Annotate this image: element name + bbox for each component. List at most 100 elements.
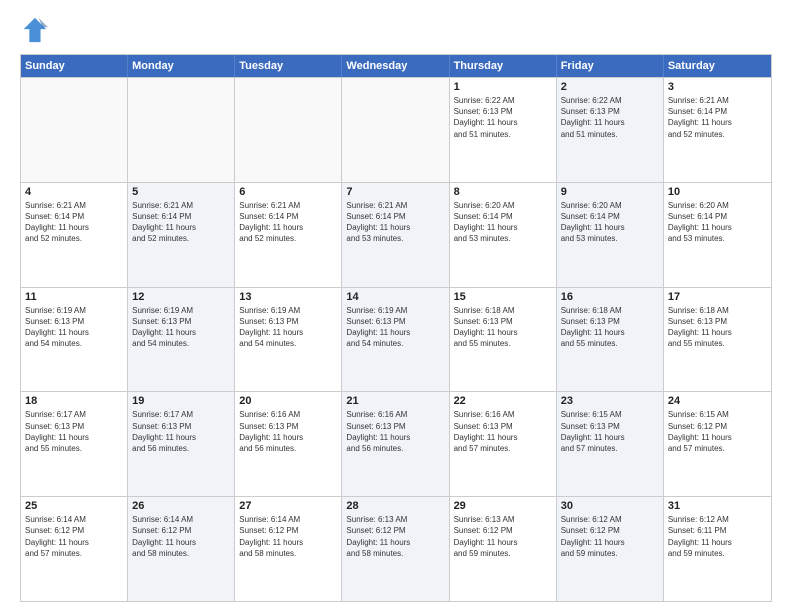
day-number: 6 [239, 186, 337, 198]
day-number: 15 [454, 291, 552, 303]
day-info: Sunrise: 6:20 AM Sunset: 6:14 PM Dayligh… [668, 200, 767, 245]
day-number: 23 [561, 395, 659, 407]
day-number: 7 [346, 186, 444, 198]
day-info: Sunrise: 6:14 AM Sunset: 6:12 PM Dayligh… [132, 514, 230, 559]
day-info: Sunrise: 6:17 AM Sunset: 6:13 PM Dayligh… [25, 409, 123, 454]
day-number: 5 [132, 186, 230, 198]
day-number: 11 [25, 291, 123, 303]
day-cell-1: 1 Sunrise: 6:22 AM Sunset: 6:13 PM Daylig… [450, 78, 557, 182]
day-number: 8 [454, 186, 552, 198]
day-cell-7: 7 Sunrise: 6:21 AM Sunset: 6:14 PM Daylig… [342, 183, 449, 287]
day-info: Sunrise: 6:13 AM Sunset: 6:12 PM Dayligh… [346, 514, 444, 559]
day-cell-30: 30 Sunrise: 6:12 AM Sunset: 6:12 PM Dayli… [557, 497, 664, 601]
day-info: Sunrise: 6:12 AM Sunset: 6:12 PM Dayligh… [561, 514, 659, 559]
day-info: Sunrise: 6:21 AM Sunset: 6:14 PM Dayligh… [132, 200, 230, 245]
day-cell-10: 10 Sunrise: 6:20 AM Sunset: 6:14 PM Dayli… [664, 183, 771, 287]
day-cell-19: 19 Sunrise: 6:17 AM Sunset: 6:13 PM Dayli… [128, 392, 235, 496]
day-info: Sunrise: 6:22 AM Sunset: 6:13 PM Dayligh… [561, 95, 659, 140]
day-info: Sunrise: 6:18 AM Sunset: 6:13 PM Dayligh… [454, 305, 552, 350]
day-number: 22 [454, 395, 552, 407]
header-day-wednesday: Wednesday [342, 55, 449, 77]
day-info: Sunrise: 6:16 AM Sunset: 6:13 PM Dayligh… [346, 409, 444, 454]
day-info: Sunrise: 6:20 AM Sunset: 6:14 PM Dayligh… [454, 200, 552, 245]
day-number: 26 [132, 500, 230, 512]
empty-cell [21, 78, 128, 182]
day-info: Sunrise: 6:19 AM Sunset: 6:13 PM Dayligh… [132, 305, 230, 350]
day-number: 13 [239, 291, 337, 303]
day-info: Sunrise: 6:15 AM Sunset: 6:13 PM Dayligh… [561, 409, 659, 454]
day-cell-23: 23 Sunrise: 6:15 AM Sunset: 6:13 PM Dayli… [557, 392, 664, 496]
day-info: Sunrise: 6:21 AM Sunset: 6:14 PM Dayligh… [239, 200, 337, 245]
day-number: 14 [346, 291, 444, 303]
day-info: Sunrise: 6:21 AM Sunset: 6:14 PM Dayligh… [346, 200, 444, 245]
day-cell-20: 20Sunrise: 6:16 AM Sunset: 6:13 PM Dayli… [235, 392, 342, 496]
day-number: 16 [561, 291, 659, 303]
day-number: 19 [132, 395, 230, 407]
day-number: 3 [668, 81, 767, 93]
header-day-sunday: Sunday [21, 55, 128, 77]
day-cell-14: 14 Sunrise: 6:19 AM Sunset: 6:13 PM Dayli… [342, 288, 449, 392]
day-info: Sunrise: 6:20 AM Sunset: 6:14 PM Dayligh… [561, 200, 659, 245]
day-info: Sunrise: 6:15 AM Sunset: 6:12 PM Dayligh… [668, 409, 767, 454]
empty-cell [342, 78, 449, 182]
week-row-2: 4 Sunrise: 6:21 AM Sunset: 6:14 PM Daylig… [21, 182, 771, 287]
header-day-tuesday: Tuesday [235, 55, 342, 77]
day-cell-16: 16 Sunrise: 6:18 AM Sunset: 6:13 PM Dayli… [557, 288, 664, 392]
day-info: Sunrise: 6:19 AM Sunset: 6:13 PM Dayligh… [239, 305, 337, 350]
day-number: 4 [25, 186, 123, 198]
day-info: Sunrise: 6:18 AM Sunset: 6:13 PM Dayligh… [561, 305, 659, 350]
day-cell-28: 28 Sunrise: 6:13 AM Sunset: 6:12 PM Dayli… [342, 497, 449, 601]
day-number: 31 [668, 500, 767, 512]
day-info: Sunrise: 6:19 AM Sunset: 6:13 PM Dayligh… [25, 305, 123, 350]
week-row-4: 18Sunrise: 6:17 AM Sunset: 6:13 PM Dayli… [21, 391, 771, 496]
week-row-1: 1 Sunrise: 6:22 AM Sunset: 6:13 PM Daylig… [21, 77, 771, 182]
page: SundayMondayTuesdayWednesdayThursdayFrid… [0, 0, 792, 612]
day-info: Sunrise: 6:14 AM Sunset: 6:12 PM Dayligh… [239, 514, 337, 559]
day-number: 21 [346, 395, 444, 407]
day-number: 30 [561, 500, 659, 512]
day-info: Sunrise: 6:14 AM Sunset: 6:12 PM Dayligh… [25, 514, 123, 559]
day-number: 28 [346, 500, 444, 512]
day-info: Sunrise: 6:22 AM Sunset: 6:13 PM Dayligh… [454, 95, 552, 140]
calendar-header: SundayMondayTuesdayWednesdayThursdayFrid… [21, 55, 771, 77]
day-cell-4: 4 Sunrise: 6:21 AM Sunset: 6:14 PM Daylig… [21, 183, 128, 287]
day-info: Sunrise: 6:21 AM Sunset: 6:14 PM Dayligh… [668, 95, 767, 140]
day-number: 12 [132, 291, 230, 303]
day-number: 24 [668, 395, 767, 407]
day-cell-26: 26 Sunrise: 6:14 AM Sunset: 6:12 PM Dayli… [128, 497, 235, 601]
day-number: 17 [668, 291, 767, 303]
header-day-thursday: Thursday [450, 55, 557, 77]
day-number: 25 [25, 500, 123, 512]
day-number: 10 [668, 186, 767, 198]
header [20, 16, 772, 44]
day-cell-2: 2 Sunrise: 6:22 AM Sunset: 6:13 PM Daylig… [557, 78, 664, 182]
week-row-3: 11 Sunrise: 6:19 AM Sunset: 6:13 PM Dayli… [21, 287, 771, 392]
day-info: Sunrise: 6:19 AM Sunset: 6:13 PM Dayligh… [346, 305, 444, 350]
day-number: 1 [454, 81, 552, 93]
day-cell-24: 24 Sunrise: 6:15 AM Sunset: 6:12 PM Dayli… [664, 392, 771, 496]
logo-icon [20, 16, 48, 44]
day-cell-22: 22Sunrise: 6:16 AM Sunset: 6:13 PM Dayli… [450, 392, 557, 496]
calendar-body: 1 Sunrise: 6:22 AM Sunset: 6:13 PM Daylig… [21, 77, 771, 601]
header-day-monday: Monday [128, 55, 235, 77]
day-info: Sunrise: 6:21 AM Sunset: 6:14 PM Dayligh… [25, 200, 123, 245]
day-number: 27 [239, 500, 337, 512]
day-cell-17: 17Sunrise: 6:18 AM Sunset: 6:13 PM Dayli… [664, 288, 771, 392]
day-cell-9: 9 Sunrise: 6:20 AM Sunset: 6:14 PM Daylig… [557, 183, 664, 287]
day-info: Sunrise: 6:17 AM Sunset: 6:13 PM Dayligh… [132, 409, 230, 454]
day-info: Sunrise: 6:13 AM Sunset: 6:12 PM Dayligh… [454, 514, 552, 559]
logo [20, 16, 52, 44]
day-number: 2 [561, 81, 659, 93]
day-cell-11: 11 Sunrise: 6:19 AM Sunset: 6:13 PM Dayli… [21, 288, 128, 392]
day-number: 9 [561, 186, 659, 198]
calendar: SundayMondayTuesdayWednesdayThursdayFrid… [20, 54, 772, 602]
header-day-friday: Friday [557, 55, 664, 77]
day-number: 29 [454, 500, 552, 512]
day-cell-31: 31Sunrise: 6:12 AM Sunset: 6:11 PM Dayli… [664, 497, 771, 601]
day-cell-13: 13 Sunrise: 6:19 AM Sunset: 6:13 PM Dayli… [235, 288, 342, 392]
header-day-saturday: Saturday [664, 55, 771, 77]
empty-cell [235, 78, 342, 182]
day-number: 20 [239, 395, 337, 407]
day-cell-5: 5 Sunrise: 6:21 AM Sunset: 6:14 PM Daylig… [128, 183, 235, 287]
day-cell-15: 15 Sunrise: 6:18 AM Sunset: 6:13 PM Dayli… [450, 288, 557, 392]
